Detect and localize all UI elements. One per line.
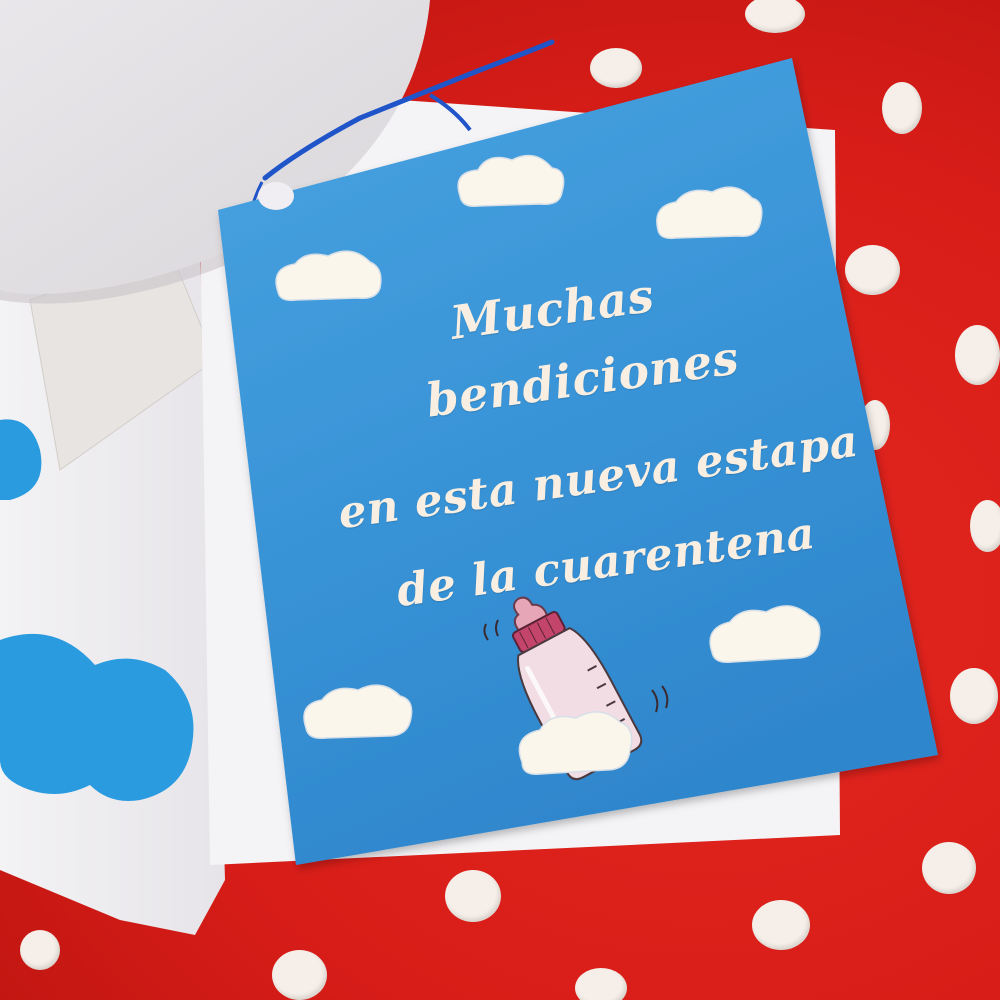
- photo-scene: Muchas bendiciones en esta nueva estapa …: [0, 0, 1000, 1000]
- greeting-card: Muchas bendiciones en esta nueva estapa …: [0, 0, 1000, 1000]
- card-illustration: [218, 58, 938, 865]
